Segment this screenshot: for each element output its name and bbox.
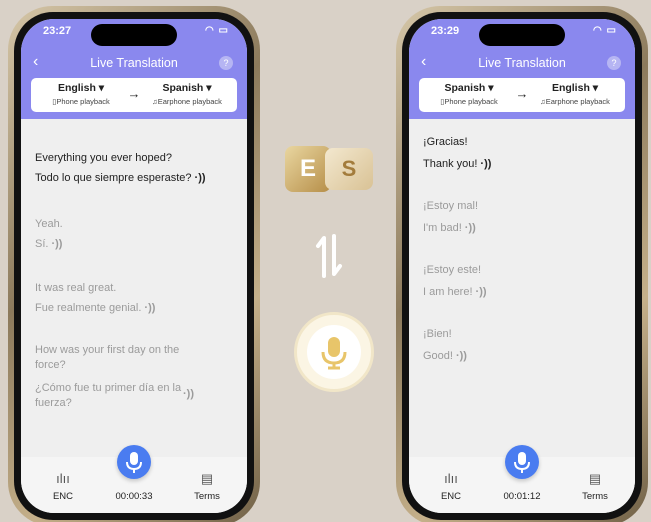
status-time: 23:27 <box>43 25 72 37</box>
microphone-icon <box>514 452 530 473</box>
speaker-icon[interactable]: ·)) <box>195 172 206 184</box>
language-bar: English ▾ ▯Phone playback → Spanish ▾ ♫E… <box>31 78 237 112</box>
status-icons: ◠ ▭ <box>593 25 617 36</box>
microphone-button[interactable] <box>505 445 539 479</box>
message-translation: Sí. ·)) <box>35 238 63 250</box>
status-bar: 23:27 ◠ ▭ <box>43 25 229 41</box>
message-original: ¡Bien! <box>423 328 452 340</box>
status-icons: ◠ ▭ <box>205 25 229 36</box>
message-translation: I am here! ·)) <box>423 286 487 298</box>
speaker-icon[interactable]: ·)) <box>476 286 487 298</box>
phone-bezel: 23:27 ◠ ▭ ‹ Live Translation ? English ▾… <box>14 12 254 520</box>
language-bar: Spanish ▾ ▯Phone playback → English ▾ ♫E… <box>419 78 625 112</box>
source-playback-label: ▯Phone playback <box>440 97 498 106</box>
help-icon[interactable]: ? <box>219 56 233 70</box>
app-header: 23:27 ◠ ▭ ‹ Live Translation ? English ▾… <box>21 19 247 119</box>
message-original: It was real great. <box>35 282 117 294</box>
microphone-icon <box>321 337 347 370</box>
phone-bezel: 23:29 ◠ ▭ ‹ Live Translation ? Spanish ▾… <box>402 12 642 520</box>
language-badge: E S <box>285 146 377 192</box>
phone-screen: 23:27 ◠ ▭ ‹ Live Translation ? English ▾… <box>21 19 247 513</box>
message-original: Yeah. <box>35 218 63 230</box>
message-translation: Fue realmente genial. ·)) <box>35 302 156 314</box>
target-playback-label: ♫Earphone playback <box>152 97 222 106</box>
wifi-icon: ◠ <box>205 25 215 36</box>
message-translation: ¿Cómo fue tu primer día en la fuerza? <box>35 382 182 409</box>
speaker-icon[interactable]: ·)) <box>183 388 194 400</box>
bottom-toolbar: ılıı ENC 00:00:33 ▤ Terms <box>21 445 247 513</box>
target-playback-label: ♫Earphone playback <box>540 97 610 106</box>
source-language-selector[interactable]: Spanish ▾ ▯Phone playback <box>419 82 519 106</box>
speaker-icon[interactable]: ·)) <box>456 350 467 362</box>
target-language-label: English ▾ <box>551 82 599 94</box>
terms-button[interactable]: ▤ Terms <box>575 471 615 502</box>
target-language-selector[interactable]: English ▾ ♫Earphone playback <box>525 82 625 106</box>
source-language-selector[interactable]: English ▾ ▯Phone playback <box>31 82 131 106</box>
message-translation: Thank you! ·)) <box>423 158 492 170</box>
conversation-area: Everything you ever hoped? Todo lo que s… <box>21 119 247 457</box>
microphone-badge <box>294 312 374 392</box>
speaker-icon[interactable]: ·)) <box>51 238 62 250</box>
battery-icon: ▭ <box>606 25 617 36</box>
microphone-button[interactable] <box>117 445 151 479</box>
waveform-icon: ılıı <box>444 471 458 486</box>
terms-label: Terms <box>194 491 220 502</box>
document-icon: ▤ <box>588 471 602 486</box>
message-translation: Todo lo que siempre esperaste? ·)) <box>35 172 206 184</box>
status-time: 23:29 <box>431 25 460 37</box>
terms-label: Terms <box>582 491 608 502</box>
message-original: ¡Estoy mal! <box>423 200 479 212</box>
document-icon: ▤ <box>200 471 214 486</box>
battery-icon: ▭ <box>218 25 229 36</box>
waveform-icon: ılıı <box>56 471 70 486</box>
app-header: 23:29 ◠ ▭ ‹ Live Translation ? Spanish ▾… <box>409 19 635 119</box>
status-bar: 23:29 ◠ ▭ <box>431 25 617 41</box>
speaker-icon[interactable]: ·)) <box>480 158 491 170</box>
microphone-icon <box>126 452 142 473</box>
source-playback-label: ▯Phone playback <box>52 97 110 106</box>
terms-button[interactable]: ▤ Terms <box>187 471 227 502</box>
message-original: ¡Estoy este! <box>423 264 482 276</box>
swap-arrows-icon <box>316 234 342 278</box>
bottom-toolbar: ılıı ENC 00:01:12 ▤ Terms <box>409 445 635 513</box>
nav-row: ‹ Live Translation ? <box>409 53 635 73</box>
phone-screen: 23:29 ◠ ▭ ‹ Live Translation ? Spanish ▾… <box>409 19 635 513</box>
target-language-label: Spanish ▾ <box>162 82 212 94</box>
right-phone: 23:29 ◠ ▭ ‹ Live Translation ? Spanish ▾… <box>396 6 648 522</box>
conversation-area: ¡Gracias! Thank you! ·)) ¡Estoy mal! I'm … <box>409 119 635 457</box>
left-phone: 23:27 ◠ ▭ ‹ Live Translation ? English ▾… <box>8 6 260 522</box>
message-translation: Good! ·)) <box>423 350 467 362</box>
page-title: Live Translation <box>90 56 178 70</box>
source-language-label: Spanish ▾ <box>444 82 494 94</box>
speaker-icon[interactable]: ·)) <box>465 222 476 234</box>
help-icon[interactable]: ? <box>607 56 621 70</box>
message-original: How was your first day on the force? <box>35 344 180 371</box>
speaker-icon[interactable]: ·)) <box>144 302 155 314</box>
message-translation: I'm bad! ·)) <box>423 222 476 234</box>
badge-s: S <box>325 148 373 190</box>
source-language-label: English ▾ <box>57 82 105 94</box>
target-language-selector[interactable]: Spanish ▾ ♫Earphone playback <box>137 82 237 106</box>
wifi-icon: ◠ <box>593 25 603 36</box>
nav-row: ‹ Live Translation ? <box>21 53 247 73</box>
page-title: Live Translation <box>478 56 566 70</box>
message-original: ¡Gracias! <box>423 136 468 148</box>
microphone-badge-inner <box>307 325 361 379</box>
message-original: Everything you ever hoped? <box>35 152 172 164</box>
